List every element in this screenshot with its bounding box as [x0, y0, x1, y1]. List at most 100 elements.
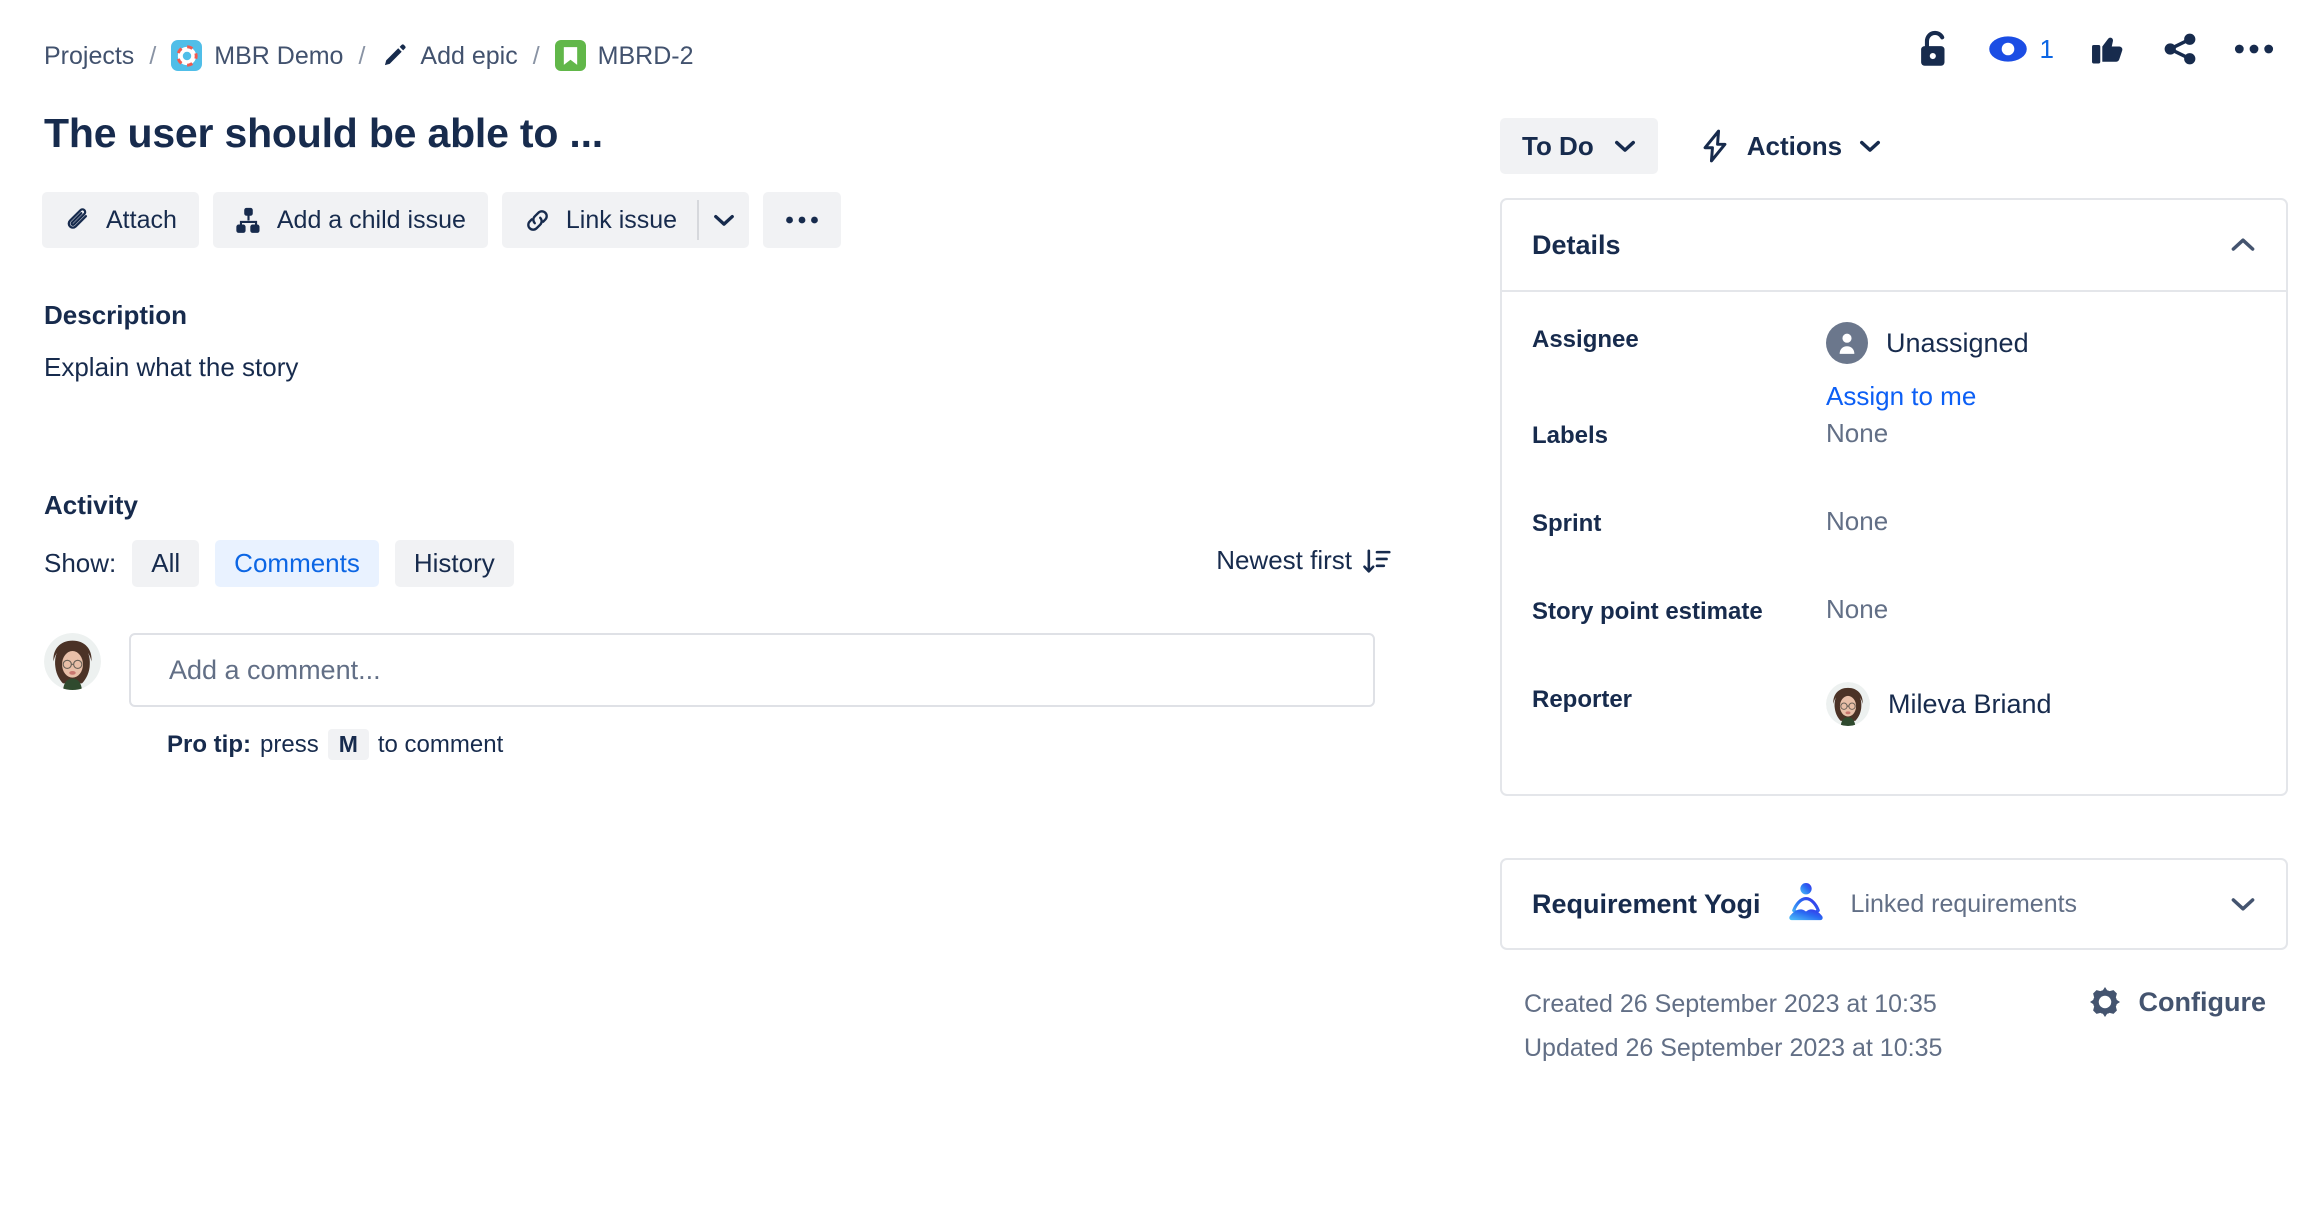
- lightning-bolt-icon: [1700, 129, 1730, 163]
- field-value-assignee: Unassigned Assign to me: [1826, 316, 2256, 412]
- link-issue-button[interactable]: Link issue: [524, 192, 697, 248]
- breadcrumb-separator-2: /: [358, 41, 365, 71]
- pro-tip-suffix: to comment: [378, 731, 503, 759]
- more-options-icon[interactable]: [2234, 42, 2274, 56]
- breadcrumb-issue-key[interactable]: MBRD-2: [598, 41, 694, 71]
- description-body[interactable]: Explain what the story: [44, 352, 298, 383]
- add-child-issue-label: Add a child issue: [277, 206, 466, 235]
- sort-descending-icon: [1362, 546, 1392, 576]
- thumbs-up-icon[interactable]: [2090, 31, 2126, 67]
- requirement-yogi-title: Requirement Yogi: [1532, 889, 1761, 920]
- breadcrumb-epic-label[interactable]: Add epic: [420, 41, 517, 71]
- breadcrumb-projects[interactable]: Projects: [44, 41, 134, 71]
- story-bookmark-icon: [555, 40, 586, 71]
- pro-tip-key: M: [328, 729, 369, 760]
- add-comment-area: Pro tip: press M to comment: [44, 633, 1375, 760]
- link-chain-icon: [524, 207, 551, 234]
- lifebuoy-icon: [171, 40, 202, 71]
- sort-order-button[interactable]: Newest first: [1216, 545, 1392, 576]
- attach-label: Attach: [106, 206, 177, 235]
- breadcrumb-separator-3: /: [533, 41, 540, 71]
- field-label-story-point-estimate: Story point estimate: [1532, 588, 1826, 626]
- assign-to-me-link[interactable]: Assign to me: [1826, 381, 2256, 412]
- sort-order-label: Newest first: [1216, 545, 1352, 576]
- field-row-story-point-estimate: Story point estimate None: [1532, 588, 2256, 676]
- activity-heading: Activity: [44, 490, 138, 521]
- issue-action-toolbar: Attach Add a child issue: [42, 192, 841, 248]
- link-issue-split-button: Link issue: [502, 192, 749, 248]
- more-options-icon: [785, 214, 819, 226]
- details-panel-title: Details: [1532, 230, 1621, 261]
- tab-all[interactable]: All: [132, 540, 199, 587]
- field-value-reporter[interactable]: Mileva Briand: [1826, 676, 2256, 726]
- add-child-issue-button[interactable]: Add a child issue: [213, 192, 488, 248]
- status-label: To Do: [1522, 131, 1594, 162]
- breadcrumb-issue[interactable]: MBRD-2: [555, 40, 694, 71]
- configure-button[interactable]: Configure: [2088, 985, 2267, 1019]
- chevron-up-icon[interactable]: [2230, 237, 2256, 253]
- pencil-icon: [380, 42, 408, 70]
- chevron-down-icon[interactable]: [699, 192, 749, 248]
- field-label-reporter: Reporter: [1532, 676, 1826, 714]
- tab-history[interactable]: History: [395, 540, 514, 587]
- paperclip-icon: [64, 207, 91, 234]
- reporter-name: Mileva Briand: [1888, 689, 2052, 720]
- attach-button[interactable]: Attach: [42, 192, 199, 248]
- tab-comments[interactable]: Comments: [215, 540, 379, 587]
- gear-icon: [2088, 985, 2122, 1019]
- field-label-labels: Labels: [1532, 412, 1826, 450]
- show-label: Show:: [44, 548, 116, 579]
- field-label-assignee: Assignee: [1532, 316, 1826, 354]
- details-panel: Details Assignee: [1500, 198, 2288, 796]
- activity-filter-bar: Show: All Comments History: [44, 540, 514, 587]
- breadcrumb-epic[interactable]: Add epic: [380, 41, 517, 71]
- requirement-yogi-logo-icon: [1785, 882, 1827, 926]
- share-icon[interactable]: [2162, 31, 2198, 67]
- avatar: [1826, 682, 1870, 726]
- field-row-sprint: Sprint None: [1532, 500, 2256, 588]
- link-issue-label: Link issue: [566, 206, 677, 235]
- chevron-down-icon: [1614, 139, 1636, 153]
- pro-tip-press: press: [260, 731, 319, 759]
- assignee-value[interactable]: Unassigned: [1826, 322, 2256, 364]
- issue-timestamps: Created 26 September 2023 at 10:35 Updat…: [1524, 982, 1942, 1070]
- chevron-down-icon: [1859, 139, 1881, 153]
- field-row-assignee: Assignee Unassigned Assign to me: [1532, 316, 2256, 412]
- chevron-down-icon[interactable]: [2230, 896, 2256, 912]
- reporter-value[interactable]: Mileva Briand: [1826, 682, 2256, 726]
- created-timestamp: Created 26 September 2023 at 10:35: [1524, 982, 1942, 1026]
- comment-input[interactable]: [129, 633, 1375, 707]
- requirement-yogi-subtitle: Linked requirements: [1851, 890, 2078, 919]
- configure-label: Configure: [2139, 987, 2267, 1018]
- page-title: The user should be able to ...: [44, 110, 603, 157]
- more-actions-button[interactable]: [763, 192, 841, 248]
- requirement-yogi-header[interactable]: Requirement Yogi Linked r: [1502, 860, 2286, 948]
- unlock-padlock-icon[interactable]: [1918, 30, 1952, 68]
- issue-top-actions: 1: [1918, 30, 2274, 68]
- watch-button[interactable]: 1: [1988, 34, 2054, 65]
- assignee-name: Unassigned: [1886, 328, 2029, 359]
- field-value-sprint[interactable]: None: [1826, 500, 2256, 537]
- breadcrumb-project-label[interactable]: MBR Demo: [214, 41, 343, 71]
- status-badge[interactable]: To Do: [1500, 118, 1658, 174]
- eye-watch-icon: [1988, 35, 2028, 63]
- pro-tip: Pro tip: press M to comment: [167, 729, 1375, 760]
- comment-column: Pro tip: press M to comment: [129, 633, 1375, 760]
- pro-tip-prefix: Pro tip:: [167, 731, 251, 759]
- breadcrumb: Projects / MBR Demo / Add epic /: [44, 40, 694, 71]
- breadcrumb-project[interactable]: MBR Demo: [171, 40, 343, 71]
- issue-detail-page: Projects / MBR Demo / Add epic /: [0, 0, 2302, 1218]
- field-row-labels: Labels None: [1532, 412, 2256, 500]
- description-heading: Description: [44, 300, 187, 331]
- child-issue-hierarchy-icon: [235, 207, 262, 234]
- watch-count: 1: [2040, 34, 2054, 65]
- unassigned-avatar-icon: [1826, 322, 1868, 364]
- field-value-story-point-estimate[interactable]: None: [1826, 588, 2256, 625]
- field-row-reporter: Reporter: [1532, 676, 2256, 764]
- actions-menu-label: Actions: [1747, 131, 1842, 162]
- actions-menu-button[interactable]: Actions: [1688, 118, 1893, 174]
- field-value-labels[interactable]: None: [1826, 412, 2256, 449]
- updated-timestamp: Updated 26 September 2023 at 10:35: [1524, 1026, 1942, 1070]
- status-action-row: To Do Actions: [1500, 118, 1893, 174]
- details-panel-header[interactable]: Details: [1502, 200, 2286, 292]
